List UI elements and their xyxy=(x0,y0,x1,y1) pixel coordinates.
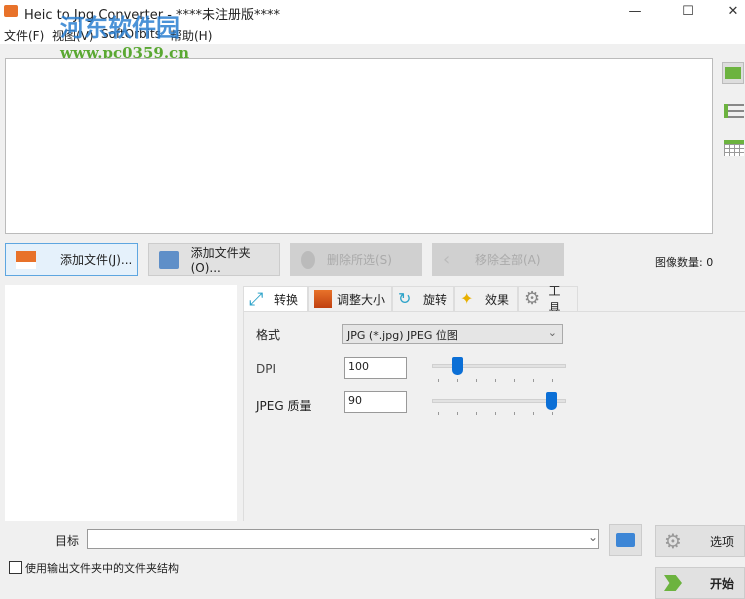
target-dropdown-chevron-icon[interactable]: ⌄ xyxy=(588,530,598,544)
remove-selected-button[interactable]: 删除所选(S) xyxy=(290,243,422,276)
quality-slider-thumb[interactable] xyxy=(545,392,557,410)
gear-icon: ⚙ xyxy=(664,529,682,553)
image-list[interactable] xyxy=(5,58,713,234)
details-view-icon[interactable] xyxy=(724,140,744,160)
convert-arrow-icon: ⤢ xyxy=(249,288,264,310)
format-label: 格式 xyxy=(256,328,281,342)
preview-panel xyxy=(5,285,237,521)
remove-icon xyxy=(301,250,315,269)
start-button[interactable]: 开始 xyxy=(655,567,745,599)
magic-wand-icon: ✦ xyxy=(460,289,474,308)
tab-effects[interactable]: ✦ 效果 xyxy=(454,286,518,311)
quality-input[interactable]: 90 xyxy=(344,391,407,413)
remove-all-button[interactable]: ‹ 移除全部(A) xyxy=(432,243,564,276)
tab-rotate[interactable]: ↻ 旋转 xyxy=(392,286,454,311)
gear-icon: ⚙ xyxy=(524,288,541,309)
dpi-input[interactable]: 100 xyxy=(344,357,407,379)
tab-resize[interactable]: 调整大小 xyxy=(308,286,392,311)
watermark-name: 河东软件园 xyxy=(60,13,180,42)
quality-label: JPEG 质量 xyxy=(256,399,312,413)
chevron-down-icon: ⌄ xyxy=(547,326,557,339)
add-folder-button[interactable]: 添加文件夹(O)... xyxy=(148,243,280,276)
tab-tools[interactable]: ⚙ 工具 xyxy=(518,284,578,315)
list-view-icon[interactable] xyxy=(724,102,744,122)
open-folder-icon xyxy=(616,533,635,547)
options-button[interactable]: ⚙ 选项 xyxy=(655,525,745,557)
add-file-icon xyxy=(16,250,36,269)
menu-file[interactable]: 文件(F) xyxy=(4,27,44,44)
folder-structure-checkbox[interactable] xyxy=(9,561,22,574)
minimize-button[interactable]: — xyxy=(620,2,650,22)
back-arrow-icon: ‹ xyxy=(443,248,451,270)
dpi-label: DPI xyxy=(256,362,277,376)
add-file-button[interactable]: 添加文件(J)... xyxy=(5,243,138,276)
dpi-slider-thumb[interactable] xyxy=(451,357,463,375)
start-arrow-icon xyxy=(664,575,682,591)
target-input[interactable] xyxy=(87,529,599,549)
close-button[interactable]: ✕ xyxy=(718,2,745,22)
thumbnail-view-icon[interactable] xyxy=(722,62,744,84)
resize-icon xyxy=(314,290,332,308)
browse-folder-button[interactable] xyxy=(609,524,642,556)
target-label: 目标 xyxy=(55,534,80,548)
format-select[interactable]: JPG (*.jpg) JPEG 位图 ⌄ xyxy=(342,324,563,344)
rotate-icon: ↻ xyxy=(398,289,412,308)
maximize-button[interactable]: ☐ xyxy=(673,2,703,22)
image-count: 图像数量: 0 xyxy=(655,256,714,269)
dpi-ticks xyxy=(438,379,563,382)
quality-ticks xyxy=(438,412,563,415)
tab-convert[interactable]: ⤢ 转换 xyxy=(243,286,308,312)
app-icon xyxy=(4,5,18,17)
folder-icon xyxy=(159,250,179,269)
folder-structure-label: 使用输出文件夹中的文件夹结构 xyxy=(25,562,179,575)
